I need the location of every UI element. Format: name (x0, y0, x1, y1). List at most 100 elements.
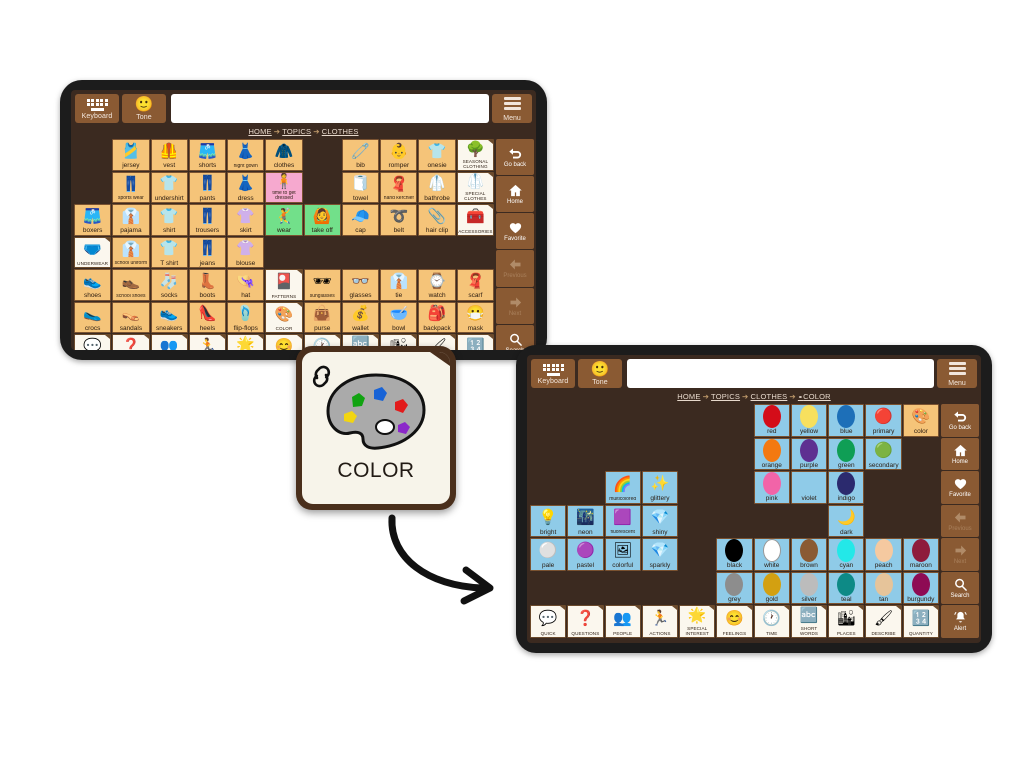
symbol-tile-quick[interactable]: 💬QUICK (74, 334, 112, 350)
symbol-tile-flip-flops[interactable]: 🩴 flip-flops (227, 301, 265, 333)
symbol-tile-primary[interactable]: 🔴 primary (865, 404, 902, 437)
symbol-tile-burgundy[interactable]: burgundy (902, 571, 939, 604)
symbol-tile-shiny[interactable]: 💎 shiny (641, 504, 679, 537)
keyboard-button-2[interactable]: Keyboard (531, 359, 575, 388)
symbol-tile-questions[interactable]: ❓ QUESTIONS (567, 605, 604, 638)
symbol-tile-time-to-get-dressed[interactable]: 🧍 time to get dressed (265, 171, 303, 203)
symbol-tile-color[interactable]: 🎨 color (902, 404, 939, 437)
symbol-tile-watch[interactable]: ⌚ watch (418, 269, 456, 301)
symbol-tile-actions[interactable]: 🏃ACTIONS (641, 605, 679, 638)
tone-button-2[interactable]: 🙂 Tone (578, 359, 622, 388)
breadcrumb-2[interactable]: HOME ➔ TOPICS ➔ CLOTHES ➔ ⚭COLOR (527, 390, 981, 404)
symbol-tile-describe[interactable]: 🖌 DESCRIBE (865, 605, 902, 638)
symbol-tile-hair-clip[interactable]: 📎 hair clip (418, 204, 456, 236)
symbol-tile-people[interactable]: 👥PEOPLE (150, 334, 188, 350)
breadcrumb-segment[interactable]: CLOTHES (322, 127, 359, 136)
symbol-tile-tie[interactable]: 👔 tie (380, 269, 418, 301)
symbol-tile-mask[interactable]: 😷 mask (456, 301, 494, 333)
symbol-tile-yellow[interactable]: yellow (790, 404, 828, 437)
symbol-tile-blouse[interactable]: 👚 blouse (227, 236, 265, 268)
symbol-tile-multicolored[interactable]: 🌈 multicolored (604, 471, 641, 504)
symbol-tile-sunglasses[interactable]: 🕶 sunglasses (303, 269, 341, 301)
rail-button-home[interactable]: Home (941, 437, 979, 470)
breadcrumb-segment[interactable]: HOME (677, 392, 700, 401)
rail-button-alert[interactable]: Alert (941, 605, 979, 638)
symbol-tile-wallet[interactable]: 💰 wallet (341, 301, 380, 333)
symbol-tile-sneakers[interactable]: 👟 sneakers (150, 301, 188, 333)
symbol-tile-brown[interactable]: brown (790, 538, 828, 571)
symbol-tile-school-shoes[interactable]: 👞 school shoes (112, 269, 150, 301)
symbol-tile-red[interactable]: red (753, 404, 790, 437)
symbol-tile-pale[interactable]: ⚪ pale (530, 538, 567, 571)
symbol-tile-cyan[interactable]: cyan (828, 538, 865, 571)
symbol-tile-grey[interactable]: grey (716, 571, 753, 604)
symbol-tile-boots[interactable]: 👢 boots (188, 269, 227, 301)
symbol-tile-sandals[interactable]: 👡 sandals (112, 301, 150, 333)
symbol-tile-purse[interactable]: 👜 purse (303, 301, 341, 333)
rail-button-go-back[interactable]: Go back (941, 404, 979, 437)
symbol-tile-peach[interactable]: peach (865, 538, 902, 571)
symbol-tile-take-off[interactable]: 🙆 take off (303, 204, 341, 236)
symbol-tile-feelings[interactable]: 😊 FEELINGS (716, 605, 753, 638)
symbol-tile-hat[interactable]: 👒 hat (227, 269, 265, 301)
symbol-tile-glasses[interactable]: 👓 glasses (341, 269, 380, 301)
symbol-tile-dress[interactable]: 👗 dress (227, 171, 265, 203)
symbol-tile-bathrobe[interactable]: 🥼 bathrobe (418, 171, 456, 203)
symbol-tile-undershirt[interactable]: 👕 undershirt (150, 171, 188, 203)
symbol-tile-actions[interactable]: 🏃ACTIONS (188, 334, 227, 350)
symbol-tile-shorts[interactable]: 🩳 shorts (188, 139, 227, 171)
keyboard-button[interactable]: Keyboard (75, 94, 119, 123)
rail-button-favorite[interactable]: Favorite (941, 471, 979, 504)
symbol-tile-socks[interactable]: 🧦 socks (150, 269, 188, 301)
symbol-tile-blue[interactable]: blue (828, 404, 865, 437)
symbol-tile-special-clothes[interactable]: 🥼 SPECIAL CLOTHES (456, 171, 494, 203)
symbol-tile-boxers[interactable]: 🩳 boxers (74, 204, 112, 236)
symbol-tile-quick[interactable]: 💬QUICK (530, 605, 567, 638)
breadcrumb-segment[interactable]: ⚭COLOR (798, 392, 831, 401)
symbol-tile-quantity[interactable]: 🔢QUANTITY (456, 334, 494, 350)
symbol-tile-indigo[interactable]: indigo (828, 471, 865, 504)
symbol-tile-colorful[interactable]: 🖼 colorful (604, 538, 641, 571)
symbol-tile-school-uniform[interactable]: 👔 school uniform (112, 236, 150, 268)
breadcrumb-segment[interactable]: CLOTHES (751, 392, 788, 401)
symbol-tile-special-interest[interactable]: 🌟SPECIAL INTEREST (679, 605, 716, 638)
symbol-tile-maroon[interactable]: maroon (902, 538, 939, 571)
rail-button-next[interactable]: Next (941, 538, 979, 571)
symbol-tile-time[interactable]: 🕐 TIME (753, 605, 790, 638)
symbol-tile-hand-kerchief[interactable]: 🧣 hand kerchief (380, 171, 418, 203)
symbol-tile-white[interactable]: white (753, 538, 790, 571)
symbol-tile-onesie[interactable]: 👕 onesie (418, 139, 456, 171)
breadcrumb-segment[interactable]: HOME (248, 127, 271, 136)
symbol-tile-bright[interactable]: 💡 bright (530, 504, 567, 537)
symbol-tile-violet[interactable]: violet (790, 471, 828, 504)
breadcrumb-1[interactable]: HOME ➔ TOPICS ➔ CLOTHES (71, 125, 536, 139)
symbol-tile-seasonal-clothing[interactable]: 🌳 SEASONAL CLOTHING (456, 139, 494, 171)
symbol-tile-patterns[interactable]: 🎴 PATTERNS (265, 269, 303, 301)
message-window-1[interactable] (171, 94, 489, 123)
symbol-tile-bib[interactable]: 🧷 bib (341, 139, 380, 171)
breadcrumb-segment[interactable]: TOPICS (282, 127, 311, 136)
symbol-tile-towel[interactable]: 🧻 towel (341, 171, 380, 203)
symbol-tile-cap[interactable]: 🧢 cap (341, 204, 380, 236)
rail-button-previous[interactable]: Previous (496, 250, 534, 287)
tone-button[interactable]: 🙂 Tone (122, 94, 166, 123)
symbol-tile-green[interactable]: green (828, 437, 865, 470)
symbol-tile-special-interest[interactable]: 🌟SPECIAL INTEREST (227, 334, 265, 350)
symbol-tile-belt[interactable]: ➰ belt (380, 204, 418, 236)
symbol-tile-wear[interactable]: 🤾 wear (265, 204, 303, 236)
symbol-tile-heels[interactable]: 👠 heels (188, 301, 227, 333)
symbol-tile-accessories[interactable]: 🧰 ACCESSORIES (456, 204, 494, 236)
symbol-tile-glittery[interactable]: ✨ glittery (641, 471, 679, 504)
symbol-tile-color[interactable]: 🎨 COLOR (265, 301, 303, 333)
symbol-tile-skirt[interactable]: 👚 skirt (227, 204, 265, 236)
symbol-tile-dark[interactable]: 🌙 dark (828, 504, 865, 537)
symbol-tile-sports-wear[interactable]: 👖 sports wear (112, 171, 150, 203)
symbol-tile-people[interactable]: 👥PEOPLE (604, 605, 641, 638)
symbol-tile-pastel[interactable]: 🟣 pastel (567, 538, 604, 571)
symbol-tile-pajama[interactable]: 👔 pajama (112, 204, 150, 236)
rail-button-search[interactable]: Search (941, 571, 979, 604)
symbol-tile-pants[interactable]: 👖 pants (188, 171, 227, 203)
symbol-tile-shoes[interactable]: 👟 shoes (74, 269, 112, 301)
symbol-tile-trousers[interactable]: 👖 trousers (188, 204, 227, 236)
symbol-tile-neon[interactable]: 🌃 neon (567, 504, 604, 537)
